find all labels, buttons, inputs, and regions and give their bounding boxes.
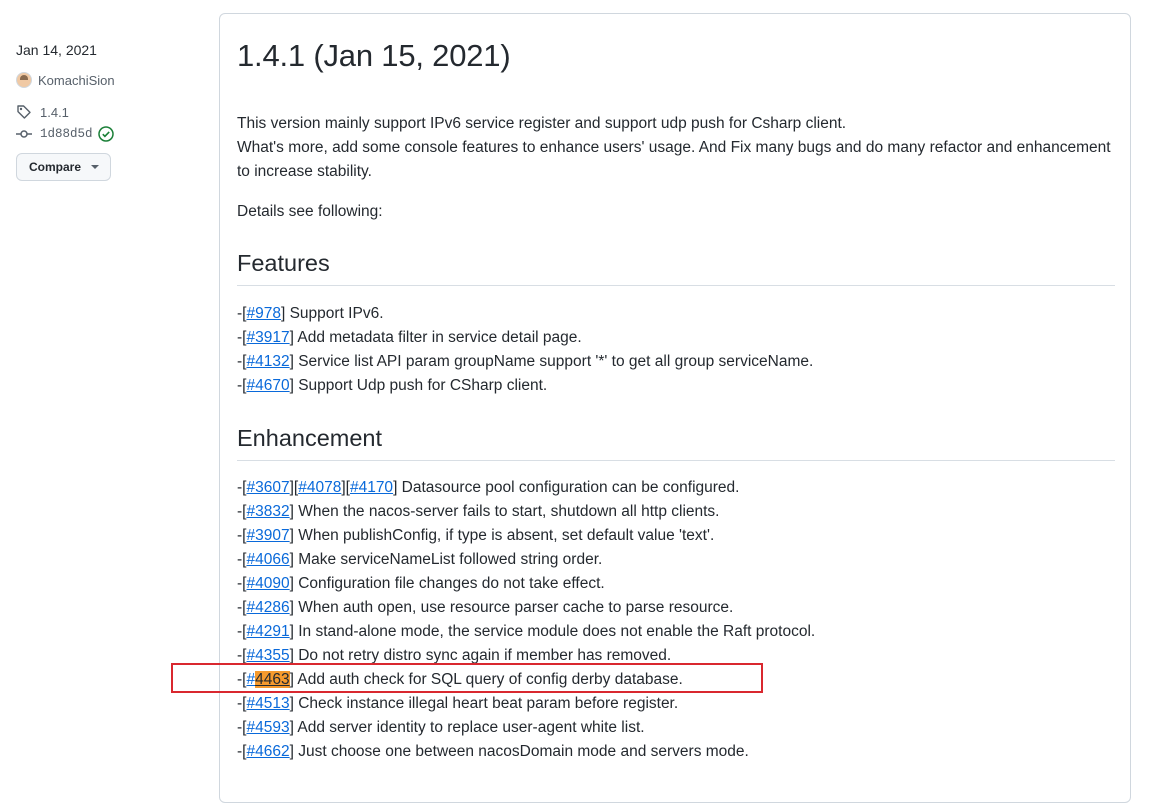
issue-link[interactable]: #3607 — [246, 479, 289, 496]
issue-link[interactable]: #4593 — [246, 719, 289, 736]
commit-row[interactable]: 1d88d5d — [16, 125, 196, 143]
issue-link[interactable]: #4662 — [246, 743, 289, 760]
issue-link[interactable]: #4132 — [246, 353, 289, 370]
item-text: Check instance illegal heart beat param … — [293, 695, 679, 712]
item-text: When the nacos-server fails to start, sh… — [293, 503, 720, 520]
avatar[interactable] — [16, 72, 32, 88]
author-name[interactable]: KomachiSion — [38, 73, 115, 88]
features-list: -[#978] Support IPv6. -[#3917] Add metada… — [237, 302, 1115, 398]
issue-link[interactable]: #4090 — [246, 575, 289, 592]
issue-link[interactable]: #4355 — [246, 647, 289, 664]
list-item: -[#4662] Just choose one between nacosDo… — [237, 743, 749, 760]
issue-link[interactable]: #4066 — [246, 551, 289, 568]
item-text: Configuration file changes do not take e… — [293, 575, 605, 592]
issue-link[interactable]: #4670 — [246, 377, 289, 394]
issue-link[interactable]: #978 — [246, 305, 280, 322]
item-text: Support IPv6. — [285, 305, 384, 322]
item-text: Add server identity to replace user-agen… — [293, 719, 645, 736]
list-item: -[#4593] Add server identity to replace … — [237, 719, 645, 736]
list-item: -[#3917] Add metadata filter in service … — [237, 329, 582, 346]
item-text: Do not retry distro sync again if member… — [293, 647, 672, 664]
details-text: Details see following: — [237, 203, 383, 220]
list-item: -[#3907] When publishConfig, if type is … — [237, 527, 715, 544]
tag-icon — [16, 104, 32, 120]
list-item: -[#4066] Make serviceNameList followed s… — [237, 551, 603, 568]
list-item: -[#4513] Check instance illegal heart be… — [237, 695, 679, 712]
tag-row[interactable]: 1.4.1 — [16, 103, 196, 121]
list-item: -[#4670] Support Udp push for CSharp cli… — [237, 377, 548, 394]
issue-link[interactable]: #3907 — [246, 527, 289, 544]
chevron-down-icon — [91, 165, 100, 169]
release-date: Jan 14, 2021 — [16, 42, 97, 58]
features-heading: Features — [237, 250, 1115, 286]
item-text: Add metadata filter in service detail pa… — [293, 329, 582, 346]
list-item: -[#3832] When the nacos-server fails to … — [237, 503, 720, 520]
item-text: In stand-alone mode, the service module … — [293, 623, 816, 640]
issue-link[interactable]: #3917 — [246, 329, 289, 346]
verified-check-icon[interactable] — [97, 126, 114, 142]
item-text: Just choose one between nacosDomain mode… — [293, 743, 749, 760]
issue-link[interactable]: #4513 — [246, 695, 289, 712]
release-title[interactable]: 1.4.1 (Jan 15, 2021) — [237, 38, 511, 74]
issue-link[interactable]: #4286 — [246, 599, 289, 616]
commit-sha[interactable]: 1d88d5d — [40, 127, 93, 141]
item-text: Datasource pool configuration can be con… — [397, 479, 740, 496]
list-item: -[#4286] When auth open, use resource pa… — [237, 599, 734, 616]
intro-line-2: What's more, add some console features t… — [237, 139, 1111, 180]
list-item: -[#4090] Configuration file changes do n… — [237, 575, 605, 592]
issue-link[interactable]: #4078 — [298, 479, 341, 496]
compare-label: Compare — [29, 160, 82, 174]
author-row[interactable]: KomachiSion — [16, 71, 196, 89]
annotation-highlight-box — [171, 663, 763, 693]
issue-link[interactable]: #4170 — [350, 479, 393, 496]
release-intro: This version mainly support IPv6 service… — [237, 112, 1115, 184]
enhancement-list: -[#3607][#4078][#4170] Datasource pool c… — [237, 476, 1115, 764]
item-text: Service list API param groupName support… — [293, 353, 814, 370]
intro-line-1: This version mainly support IPv6 service… — [237, 115, 847, 132]
release-sidebar: Jan 14, 2021 KomachiSion 1.4.1 1d88d5d C… — [16, 40, 196, 181]
issue-link[interactable]: #3832 — [246, 503, 289, 520]
list-item: -[#4132] Service list API param groupNam… — [237, 353, 814, 370]
list-item: -[#978] Support IPv6. — [237, 305, 384, 322]
list-item: -[#4291] In stand-alone mode, the servic… — [237, 623, 816, 640]
item-text: Support Udp push for CSharp client. — [293, 377, 548, 394]
list-item: -[#3607][#4078][#4170] Datasource pool c… — [237, 479, 740, 496]
item-text: When auth open, use resource parser cach… — [293, 599, 734, 616]
item-text: Make serviceNameList followed string ord… — [293, 551, 603, 568]
issue-link[interactable]: #4291 — [246, 623, 289, 640]
enhancement-heading: Enhancement — [237, 425, 1115, 461]
compare-button[interactable]: Compare — [16, 153, 111, 181]
item-text: When publishConfig, if type is absent, s… — [293, 527, 715, 544]
commit-icon — [16, 126, 32, 142]
tag-label[interactable]: 1.4.1 — [40, 105, 69, 120]
